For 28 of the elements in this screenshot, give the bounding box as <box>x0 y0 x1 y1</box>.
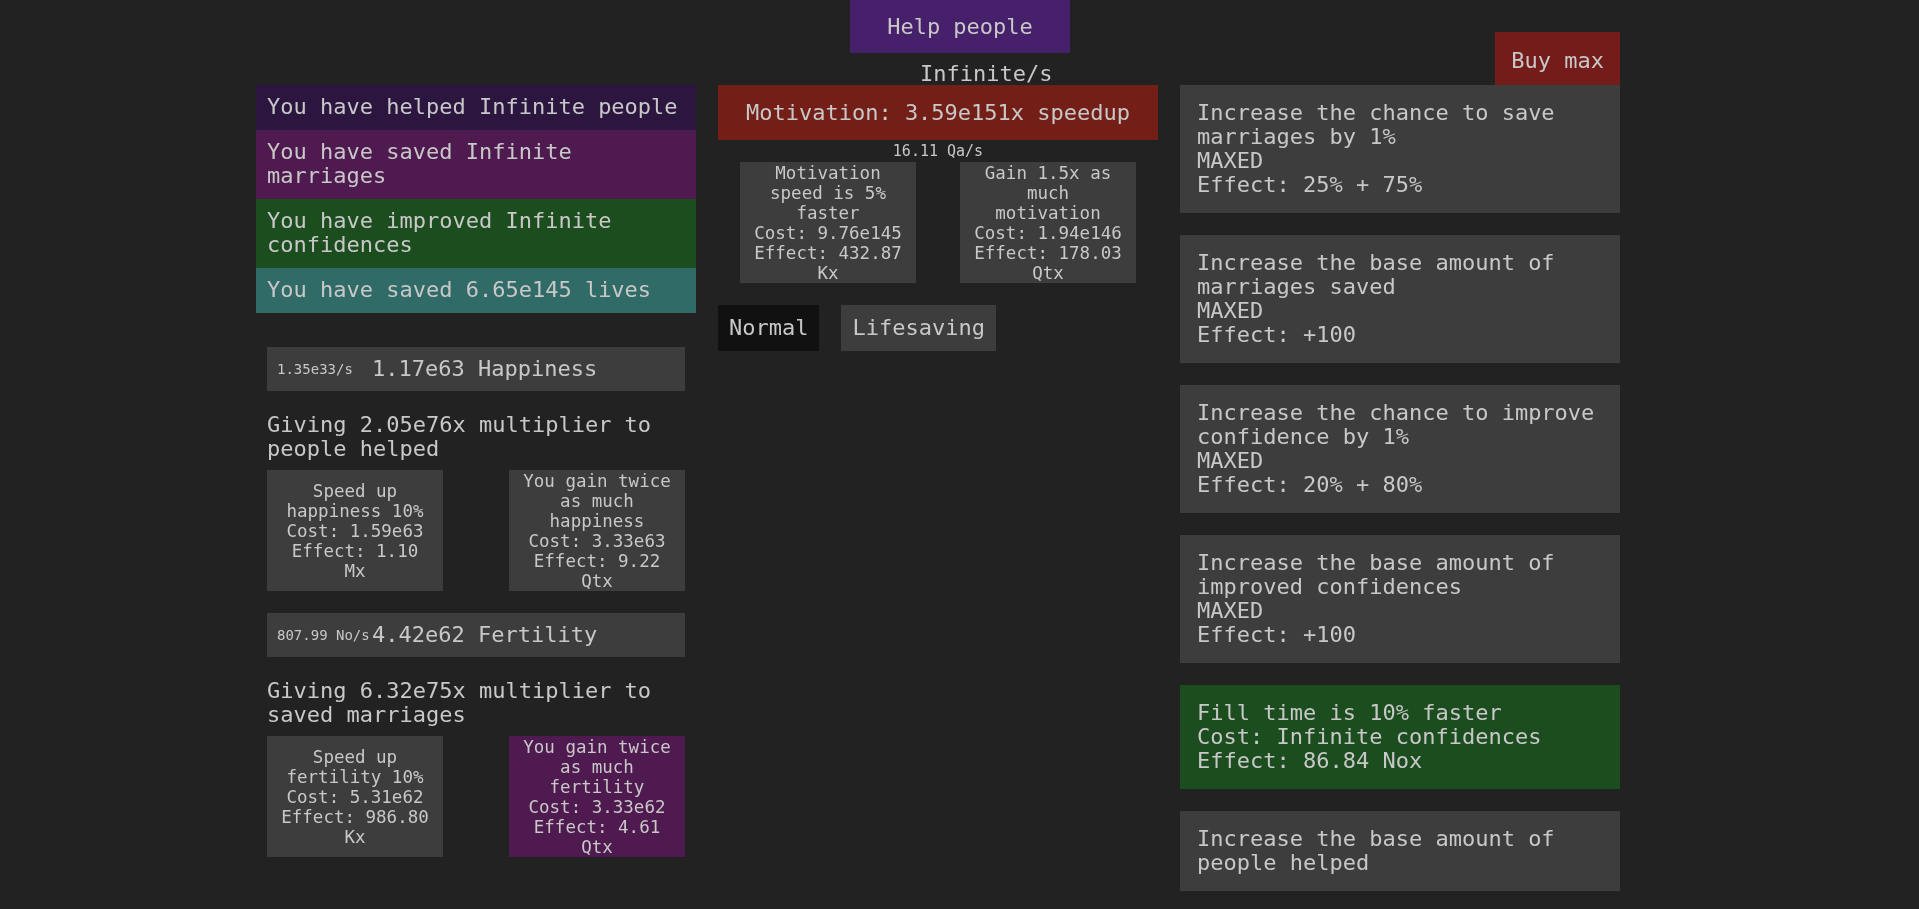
upgrade-button[interactable]: Speed up happiness 10% Cost: 1.59e63 Effect: 1.10 Mx <box>267 470 443 591</box>
mode-tab[interactable]: Lifesaving <box>841 305 996 351</box>
upgrade-button[interactable]: Gain 1.5x as much motivation Cost: 1.94e146 Effect: 178.03 Qtx <box>960 162 1136 283</box>
resource-amount: 1.17e63 Happiness <box>372 357 598 381</box>
help-rate: Infinite/s <box>920 62 1054 86</box>
upgrade-card[interactable]: Increase the base amount of improved confidences MAXED Effect: +100 <box>1180 535 1620 663</box>
mode-tab[interactable]: Normal <box>718 305 820 351</box>
stat-row: You have improved Infinite confidences <box>256 199 696 268</box>
stat-row: You have saved 6.65e145 lives <box>256 268 696 313</box>
upgrade-button[interactable]: You gain twice as much fertility Cost: 3.33e62 Effect: 4.61 Qtx <box>509 736 685 857</box>
upgrade-card[interactable]: Increase the chance to save marriages by 1% MAXED Effect: 25% + 75% <box>1180 85 1620 213</box>
motivation-bar: Motivation: 3.59e151x speedup <box>718 85 1158 140</box>
upgrade-button[interactable]: You gain twice as much happiness Cost: 3.33e63 Effect: 9.22 Qtx <box>509 470 685 591</box>
upgrade-card[interactable]: Increase the base amount of marriages saved MAXED Effect: +100 <box>1180 235 1620 363</box>
upgrade-card[interactable]: Increase the base amount of people helped <box>1180 811 1620 891</box>
upgrade-card[interactable]: Fill time is 10% faster Cost: Infinite confidences Effect: 86.84 Nox <box>1180 685 1620 789</box>
resource-amount: 4.42e62 Fertility <box>372 623 598 647</box>
stat-row: You have helped Infinite people <box>256 85 696 130</box>
resource-rate: 807.99 No/s <box>277 626 371 645</box>
motivation-rate: 16.11 Qa/s <box>891 141 985 162</box>
multiplier-text: Giving 2.05e76x multiplier to people helped <box>267 413 653 461</box>
resource-rate: 1.35e33/s <box>277 360 354 379</box>
upgrade-button[interactable]: Speed up fertility 10% Cost: 5.31e62 Effect: 986.80 Kx <box>267 736 443 857</box>
stat-row: You have saved Infinite marriages <box>256 130 696 199</box>
help-people-button[interactable]: Help people <box>850 0 1070 53</box>
upgrade-button[interactable]: Motivation speed is 5% faster Cost: 9.76e145 Effect: 432.87 Kx <box>740 162 916 283</box>
multiplier-text: Giving 6.32e75x multiplier to saved marriages <box>267 679 653 727</box>
upgrade-card[interactable]: Increase the chance to improve confidence by 1% MAXED Effect: 20% + 80% <box>1180 385 1620 513</box>
